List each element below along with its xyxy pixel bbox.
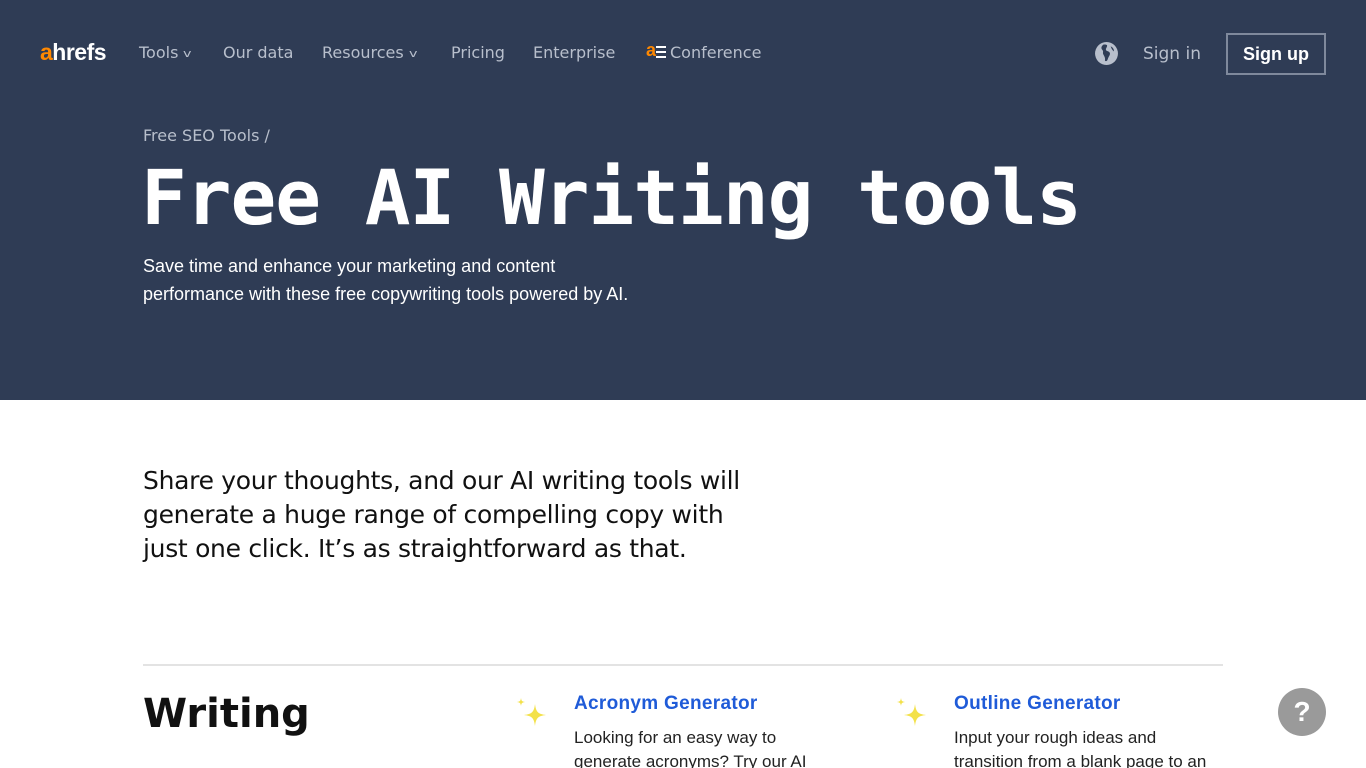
intro-text: Share your thoughts, and our AI writing … — [143, 466, 740, 563]
nav-item-enterprise[interactable]: Enterprise — [533, 42, 615, 64]
nav-item-tools[interactable]: Tools v — [139, 42, 192, 65]
nav-item-conference[interactable]: a Conference — [646, 40, 761, 64]
page-title: Free AI Writing tools — [141, 153, 1082, 242]
nav-item-resources[interactable]: Resources v — [322, 42, 418, 65]
tool-link-outline-generator[interactable]: Outline Generator — [954, 692, 1121, 716]
hero-description: Save time and enhance your marketing and… — [143, 256, 629, 304]
tool-description: Input your rough ideas and transition fr… — [954, 728, 1207, 768]
sign-in-link[interactable]: Sign in — [1143, 43, 1201, 65]
nav-item-pricing[interactable]: Pricing — [451, 42, 505, 64]
tool-description: Looking for an easy way to generate acro… — [574, 728, 807, 768]
sparkles-icon — [513, 694, 553, 734]
section-title-writing: Writing — [143, 691, 310, 737]
sign-up-button[interactable]: Sign up — [1226, 33, 1326, 75]
help-button[interactable]: ? — [1278, 688, 1326, 736]
conference-logo-icon: a — [646, 40, 666, 60]
tool-link-acronym-generator[interactable]: Acronym Generator — [574, 692, 758, 716]
chevron-down-icon: v — [183, 47, 192, 60]
chevron-down-icon: v — [408, 47, 418, 60]
sparkles-icon — [893, 694, 933, 734]
top-navigation: ahrefs Tools v Our data Resources v Pricin… — [0, 0, 1366, 108]
nav-item-our-data[interactable]: Our data — [223, 42, 293, 64]
section-divider — [143, 664, 1223, 666]
breadcrumb[interactable]: Free SEO Tools / — [143, 125, 270, 147]
ahrefs-logo[interactable]: ahrefs — [40, 38, 107, 66]
globe-icon[interactable] — [1094, 41, 1119, 66]
